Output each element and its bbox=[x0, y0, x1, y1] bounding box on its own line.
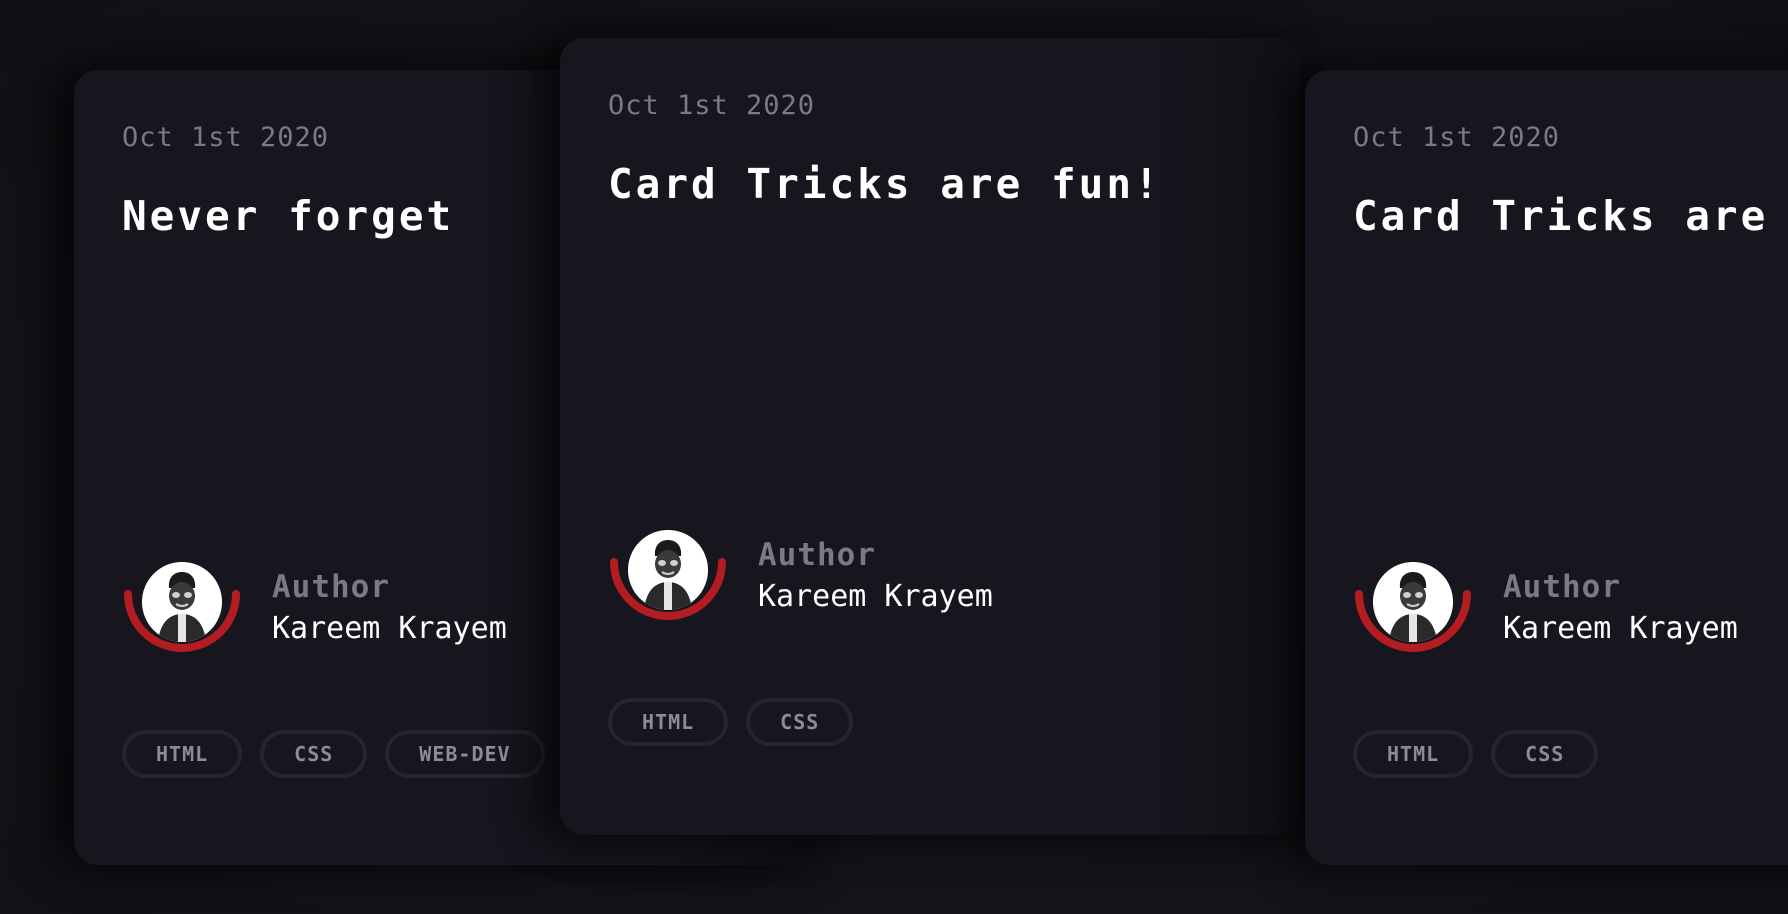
author-block: Author Kareem Krayem bbox=[122, 560, 507, 670]
tag-list: HTML CSS bbox=[1353, 730, 1599, 778]
author-name[interactable]: Kareem Krayem bbox=[272, 608, 507, 650]
avatar[interactable] bbox=[122, 560, 242, 670]
person-icon bbox=[1373, 562, 1453, 642]
tag-list: HTML CSS WEB-DEV bbox=[122, 730, 545, 778]
avatar-image bbox=[1373, 562, 1453, 642]
avatar[interactable] bbox=[1353, 560, 1473, 670]
author-label: Author bbox=[272, 569, 390, 605]
author-block: Author Kareem Krayem bbox=[608, 528, 993, 638]
tag-list: HTML CSS bbox=[608, 698, 854, 746]
article-card[interactable]: Oct 1st 2020 Card Tricks are fun! bbox=[560, 38, 1300, 835]
card-title[interactable]: Card Tricks are fun! bbox=[608, 160, 1162, 208]
card-title[interactable]: Never forget bbox=[122, 192, 454, 240]
card-title[interactable]: Card Tricks are fun! bbox=[1353, 192, 1788, 240]
avatar-image bbox=[628, 530, 708, 610]
tag-css[interactable]: CSS bbox=[1491, 730, 1599, 778]
tag-html[interactable]: HTML bbox=[1353, 730, 1474, 778]
card-date: Oct 1st 2020 bbox=[1353, 122, 1561, 153]
tag-html[interactable]: HTML bbox=[608, 698, 729, 746]
tag-html[interactable]: HTML bbox=[122, 730, 243, 778]
person-icon bbox=[628, 530, 708, 610]
card-date: Oct 1st 2020 bbox=[608, 90, 816, 121]
person-icon bbox=[142, 562, 222, 642]
author-label: Author bbox=[1503, 569, 1621, 605]
card-date: Oct 1st 2020 bbox=[122, 122, 330, 153]
author-block: Author Kareem Krayem bbox=[1353, 560, 1738, 670]
avatar-image bbox=[142, 562, 222, 642]
author-name[interactable]: Kareem Krayem bbox=[1503, 608, 1738, 650]
author-label: Author bbox=[758, 537, 876, 573]
author-name[interactable]: Kareem Krayem bbox=[758, 576, 993, 618]
tag-css[interactable]: CSS bbox=[746, 698, 854, 746]
avatar[interactable] bbox=[608, 528, 728, 638]
tag-web-dev[interactable]: WEB-DEV bbox=[385, 730, 545, 778]
tag-css[interactable]: CSS bbox=[260, 730, 368, 778]
card-list: Oct 1st 2020 Never forget Author Kareem … bbox=[0, 0, 1788, 914]
article-card[interactable]: Oct 1st 2020 Card Tricks are fun! bbox=[1305, 70, 1788, 865]
